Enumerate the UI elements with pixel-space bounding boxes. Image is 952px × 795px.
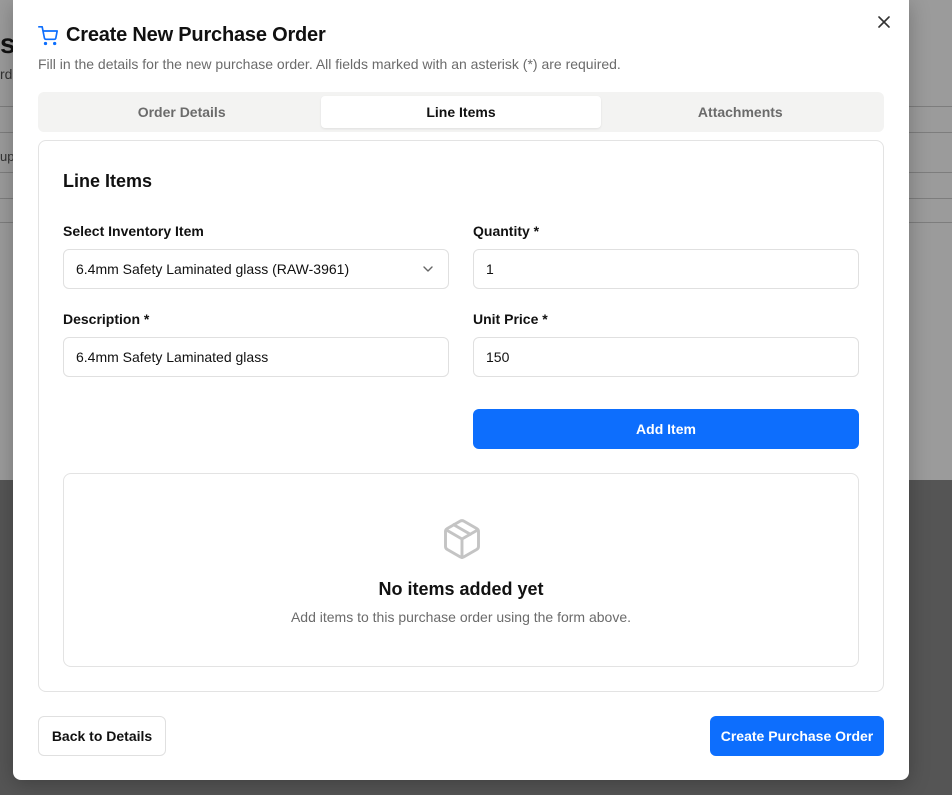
background-text-fragment: rd (0, 66, 13, 82)
inventory-item-select[interactable]: 6.4mm Safety Laminated glass (RAW-3961) (63, 249, 449, 289)
tab-order-details[interactable]: Order Details (42, 96, 321, 128)
description-label: Description * (63, 311, 150, 327)
add-item-button[interactable]: Add Item (473, 409, 859, 449)
dialog-subtitle: Fill in the details for the new purchase… (38, 56, 621, 72)
empty-state-subtitle: Add items to this purchase order using t… (290, 609, 632, 625)
dialog-header: Create New Purchase Order Fill in the de… (38, 24, 621, 72)
inventory-item-label: Select Inventory Item (63, 223, 204, 239)
empty-items-panel: No items added yet Add items to this pur… (63, 473, 859, 667)
line-items-card: Line Items Select Inventory Item 6.4mm S… (38, 140, 884, 692)
inventory-item-value: 6.4mm Safety Laminated glass (RAW-3961) (76, 261, 350, 277)
empty-state-title: No items added yet (378, 579, 544, 599)
tab-list: Order Details Line Items Attachments (38, 92, 884, 132)
quantity-value: 1 (486, 261, 494, 277)
create-purchase-order-button[interactable]: Create Purchase Order (710, 716, 884, 756)
section-title: Line Items (63, 171, 153, 191)
quantity-input[interactable]: 1 (473, 249, 859, 289)
description-value: 6.4mm Safety Laminated glass (76, 349, 269, 365)
package-icon (444, 519, 480, 559)
dialog-title: Create New Purchase Order (66, 24, 326, 46)
close-icon (878, 16, 890, 28)
back-to-details-button[interactable]: Back to Details (38, 716, 166, 756)
create-purchase-order-dialog: Create New Purchase Order Fill in the de… (13, 0, 909, 780)
unit-price-label: Unit Price * (473, 311, 548, 327)
unit-price-value: 150 (486, 349, 510, 365)
quantity-label: Quantity * (473, 223, 540, 239)
shopping-cart-icon (38, 25, 58, 45)
unit-price-input[interactable]: 150 (473, 337, 859, 377)
chevron-down-icon (423, 266, 433, 272)
close-button[interactable] (875, 13, 893, 31)
tab-line-items[interactable]: Line Items (321, 96, 601, 128)
description-input[interactable]: 6.4mm Safety Laminated glass (63, 337, 449, 377)
tab-attachments[interactable]: Attachments (601, 96, 880, 128)
